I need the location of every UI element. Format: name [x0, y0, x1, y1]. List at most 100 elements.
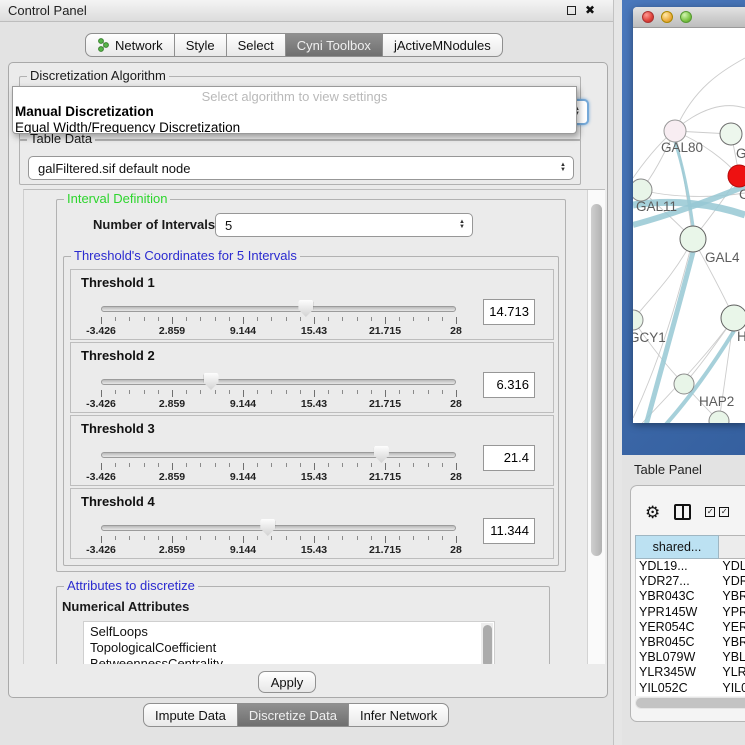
table-data-combobox[interactable]: galFiltered.sif default node ▲▼: [28, 156, 574, 180]
attribute-list-item[interactable]: SelfLoops: [90, 624, 494, 640]
float-window-icon[interactable]: [567, 6, 576, 15]
combo-arrows-icon: ▲▼: [459, 220, 465, 230]
attribute-list-item[interactable]: TopologicalCoefficient: [90, 640, 494, 656]
network-node-gal80[interactable]: [664, 120, 686, 142]
table-rows[interactable]: YDL19... YDL1 YDR27... YDR2 YBR043C YBR0…: [635, 559, 745, 696]
slider-thumb[interactable]: [260, 519, 275, 536]
algorithm-option-manual[interactable]: Manual Discretization: [13, 104, 576, 120]
threshold-block: Threshold 3 -3.4262.8599.14415.4321.7152…: [70, 415, 554, 486]
table-cell[interactable]: YDR2: [719, 574, 745, 589]
table-cell[interactable]: YPR145W: [636, 605, 719, 620]
table-cell[interactable]: YER054C: [636, 620, 719, 635]
viewport-scrollbar[interactable]: [587, 190, 605, 664]
slider-track[interactable]: [101, 306, 456, 312]
table-cell[interactable]: YLR345W: [636, 665, 719, 680]
table-hscrollbar-thumb[interactable]: [636, 698, 745, 708]
tab-style[interactable]: Style: [174, 33, 227, 57]
network-canvas[interactable]: GAL80 G. C GAL11 GAL4 GCY1 H HAP2: [633, 28, 745, 423]
table-row[interactable]: YLR345W YLR3: [636, 665, 745, 680]
threshold-value-field[interactable]: 14.713: [483, 299, 535, 325]
num-intervals-combobox[interactable]: 5 ▲▼: [215, 213, 473, 237]
attributes-scrollbar[interactable]: [481, 623, 493, 664]
tab-select[interactable]: Select: [226, 33, 286, 57]
gear-icon[interactable]: ⚙: [645, 504, 660, 521]
tab-cyni-toolbox[interactable]: Cyni Toolbox: [285, 33, 383, 57]
network-node-g[interactable]: [720, 123, 742, 145]
slider-track[interactable]: [101, 452, 456, 458]
threshold-slider[interactable]: -3.4262.8599.14415.4321.71528: [71, 270, 553, 339]
settings-scroll-viewport: Interval Definition Number of Intervals …: [23, 189, 605, 664]
table-cell[interactable]: YLR3: [719, 665, 745, 680]
table-cell[interactable]: YBR0: [719, 635, 745, 650]
tab-infer-network[interactable]: Infer Network: [348, 703, 449, 727]
slider-thumb[interactable]: [374, 446, 389, 463]
table-toolbar: ⚙ ✓ ✓: [631, 500, 745, 524]
slider-track[interactable]: [101, 525, 456, 531]
column-header-shared-name[interactable]: shared...: [635, 535, 719, 559]
tab-impute-data[interactable]: Impute Data: [143, 703, 238, 727]
table-header-row: shared... na: [635, 535, 745, 559]
threshold-value-field[interactable]: 11.344: [483, 518, 535, 544]
slider-tick-labels: -3.4262.8599.14415.4321.71528: [101, 471, 456, 483]
attribute-list-item[interactable]: BetweennessCentrality: [90, 656, 494, 664]
algorithm-placeholder-item[interactable]: Select algorithm to view settings: [13, 89, 576, 104]
table-panel-title: Table Panel: [634, 462, 702, 477]
table-cell[interactable]: YDR27...: [636, 574, 719, 589]
column-header-name[interactable]: na: [719, 535, 745, 559]
threshold-slider[interactable]: -3.4262.8599.14415.4321.71528: [71, 489, 553, 558]
threshold-value-field[interactable]: 21.4: [483, 445, 535, 471]
attributes-scrollbar-thumb[interactable]: [483, 625, 492, 664]
table-row[interactable]: YER054C YER0: [636, 620, 745, 635]
table-row[interactable]: YBR043C YBR0: [636, 589, 745, 604]
tab-discretize-data[interactable]: Discretize Data: [237, 703, 349, 727]
table-cell[interactable]: YBR045C: [636, 635, 719, 650]
network-node-selected-red[interactable]: [728, 165, 745, 187]
table-cell[interactable]: YBL0: [719, 650, 745, 665]
network-node-gcy1[interactable]: [633, 310, 643, 330]
table-cell[interactable]: YDL1: [719, 559, 745, 574]
numerical-attributes-list[interactable]: SelfLoops TopologicalCoefficient Between…: [83, 621, 495, 664]
network-node-partial[interactable]: [709, 411, 729, 423]
table-row[interactable]: YBL079W YBL0: [636, 650, 745, 665]
slider-thumb[interactable]: [298, 300, 313, 317]
zoom-traffic-light-icon[interactable]: [680, 11, 692, 23]
table-cell[interactable]: YBR0: [719, 589, 745, 604]
node-label: H: [737, 329, 745, 344]
viewport-scrollbar-thumb[interactable]: [591, 204, 602, 556]
close-panel-icon[interactable]: ✖: [585, 4, 595, 16]
slider-thumb[interactable]: [204, 373, 219, 390]
table-cell[interactable]: YER0: [719, 620, 745, 635]
close-traffic-light-icon[interactable]: [642, 11, 654, 23]
tab-jactivemnodules[interactable]: jActiveMNodules: [382, 33, 503, 57]
split-columns-icon[interactable]: [674, 504, 691, 520]
table-row[interactable]: YBR045C YBR0: [636, 635, 745, 650]
table-cell[interactable]: YDL19...: [636, 559, 719, 574]
minimize-traffic-light-icon[interactable]: [661, 11, 673, 23]
table-row[interactable]: YDL19... YDL1: [636, 559, 745, 574]
checkbox-icon[interactable]: ✓: [705, 507, 715, 517]
slider-track[interactable]: [101, 379, 456, 385]
network-node-h[interactable]: [721, 305, 745, 331]
tab-network[interactable]: Network: [85, 33, 175, 57]
table-row[interactable]: YDR27... YDR2: [636, 574, 745, 589]
table-row[interactable]: YIL052C YIL0: [636, 681, 745, 696]
threshold-slider[interactable]: -3.4262.8599.14415.4321.71528: [71, 416, 553, 485]
network-node-gal4[interactable]: [680, 226, 706, 252]
table-cell[interactable]: YIL052C: [636, 681, 719, 696]
table-cell[interactable]: YIL0: [719, 681, 745, 696]
table-cell[interactable]: YBR043C: [636, 589, 719, 604]
node-label: GAL4: [705, 250, 740, 265]
table-hscrollbar[interactable]: [635, 697, 745, 709]
table-cell[interactable]: YPR1: [719, 605, 745, 620]
algorithm-option-equal-width[interactable]: Equal Width/Frequency Discretization: [13, 120, 576, 134]
network-node-gal11[interactable]: [633, 179, 652, 201]
network-node-hap2[interactable]: [674, 374, 694, 394]
threshold-slider[interactable]: -3.4262.8599.14415.4321.71528: [71, 343, 553, 412]
table-cell[interactable]: YBL079W: [636, 650, 719, 665]
table-row[interactable]: YPR145W YPR1: [636, 605, 745, 620]
node-label: GAL11: [636, 199, 677, 214]
table-data-group: Table Data galFiltered.sif default node …: [19, 139, 581, 185]
threshold-value-field[interactable]: 6.316: [483, 372, 535, 398]
checkbox-icon[interactable]: ✓: [719, 507, 729, 517]
apply-button[interactable]: Apply: [258, 671, 316, 693]
